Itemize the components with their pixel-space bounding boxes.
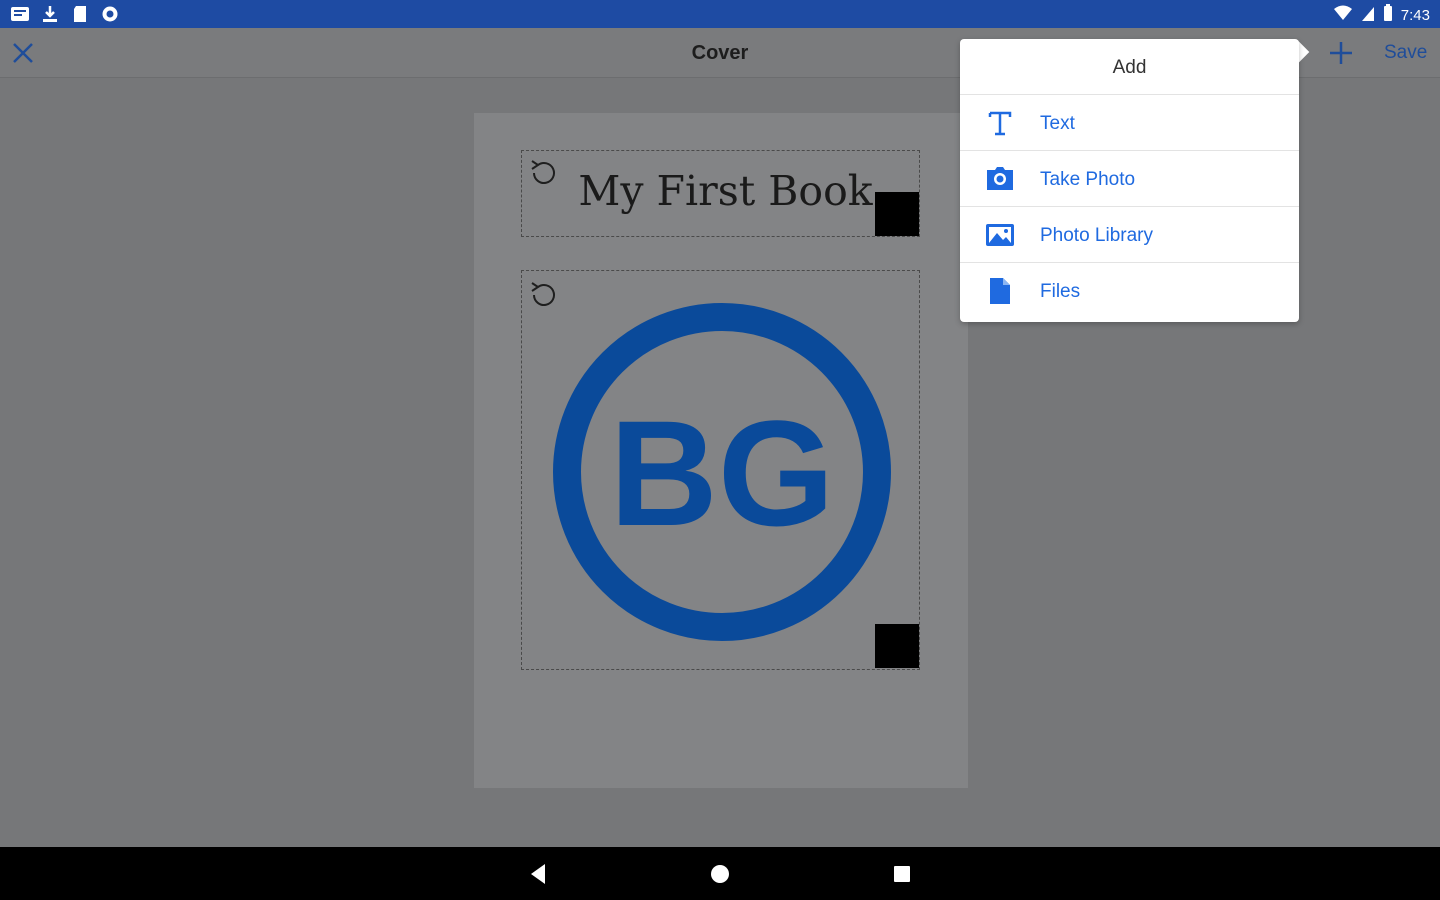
back-icon (531, 864, 545, 884)
menu-item-label: Take Photo (1040, 169, 1136, 190)
home-button[interactable] (706, 860, 734, 888)
photo-library-icon (984, 219, 1016, 251)
menu-item-label: Photo Library (1040, 225, 1154, 246)
title-text-element[interactable]: My First Book (521, 150, 920, 237)
download-icon (40, 5, 60, 23)
close-icon (13, 43, 33, 63)
text-icon (984, 107, 1016, 139)
back-button[interactable] (525, 860, 553, 888)
menu-item-label: Files (1040, 281, 1081, 302)
sync-circle-icon (100, 5, 120, 23)
add-menu: Add Text Take Photo Photo Library Files (960, 39, 1299, 322)
recents-icon (894, 866, 910, 882)
save-button[interactable]: Save (1384, 42, 1427, 64)
logo-text: BG (610, 389, 835, 557)
navigation-bar (0, 847, 1440, 900)
file-icon (984, 275, 1016, 307)
menu-item-label: Text (1040, 113, 1075, 134)
camera-icon (984, 163, 1016, 195)
battery-icon (1383, 4, 1393, 26)
home-icon (711, 865, 729, 883)
status-right: 7:43 (1333, 4, 1430, 26)
add-button[interactable] (1326, 38, 1356, 68)
cover-title: My First Book (578, 167, 873, 215)
recents-button[interactable] (888, 860, 916, 888)
bg-logo: BG (553, 303, 891, 641)
logo-image-element[interactable]: BG (521, 270, 920, 670)
menu-item-text[interactable]: Text (960, 95, 1299, 151)
status-bar: 7:43 (0, 0, 1440, 28)
resize-handle[interactable] (875, 192, 919, 236)
status-time: 7:43 (1400, 6, 1430, 24)
menu-item-photo-library[interactable]: Photo Library (960, 207, 1299, 263)
wifi-icon (1333, 4, 1353, 26)
plus-icon (1330, 42, 1352, 64)
resize-handle[interactable] (875, 624, 919, 668)
menu-item-take-photo[interactable]: Take Photo (960, 151, 1299, 207)
status-left-icons (10, 5, 120, 23)
cell-signal-icon (1361, 4, 1375, 26)
menu-item-files[interactable]: Files (960, 263, 1299, 319)
sd-card-icon (70, 5, 90, 23)
menu-header: Add (960, 39, 1299, 95)
close-button[interactable] (8, 38, 38, 68)
gallery-notification-icon (10, 5, 30, 23)
